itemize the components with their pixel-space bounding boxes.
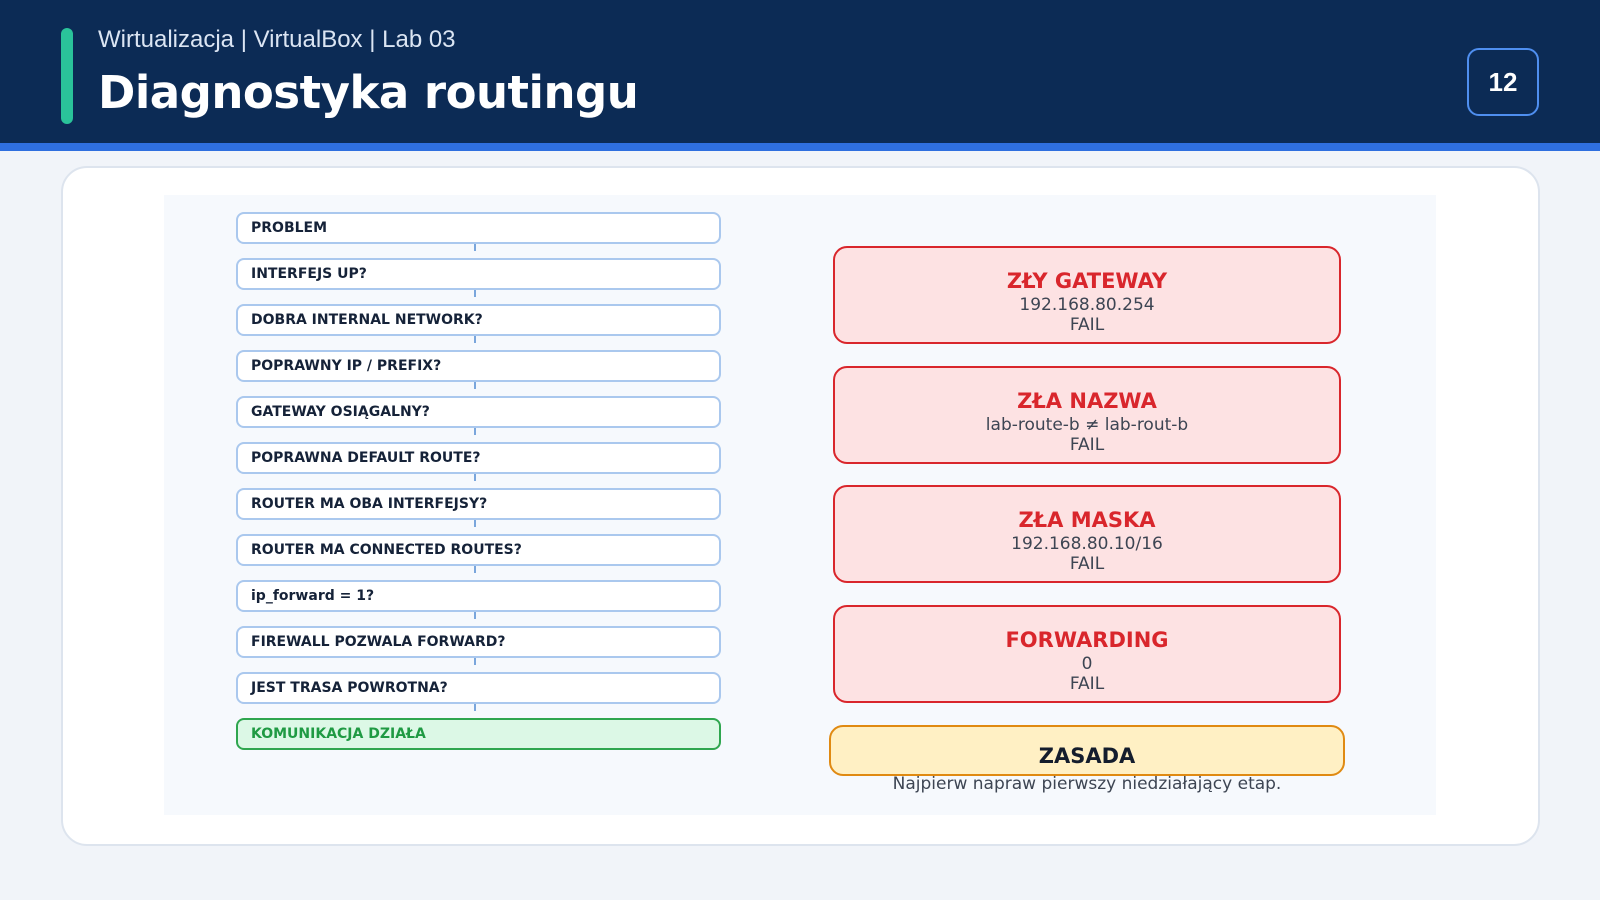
fail-case-detail: 192.168.80.254 xyxy=(1019,295,1155,315)
flow-step-gateway-reachable: GATEWAY OSIĄGALNY? xyxy=(236,396,721,428)
page-number-badge: 12 xyxy=(1467,48,1539,116)
flow-step-internal-network: DOBRA INTERNAL NETWORK? xyxy=(236,304,721,336)
flow-step-ip-prefix: POPRAWNY IP / PREFIX? xyxy=(236,350,721,382)
slide-subtitle: Wirtualizacja | VirtualBox | Lab 03 xyxy=(98,26,456,53)
flow-connector xyxy=(474,382,476,389)
title-accent-bar xyxy=(61,28,73,124)
flow-connector xyxy=(474,566,476,573)
flow-step-ip-forward: ip_forward = 1? xyxy=(236,580,721,612)
header-divider xyxy=(0,143,1600,151)
flow-connector xyxy=(474,612,476,619)
fail-case-status: FAIL xyxy=(1069,674,1105,694)
fail-case-title: ZŁA MASKA xyxy=(1018,508,1156,532)
flow-step-firewall: FIREWALL POZWALA FORWARD? xyxy=(236,626,721,658)
flow-connector xyxy=(474,428,476,435)
fail-case-gateway: ZŁY GATEWAY 192.168.80.254 FAIL xyxy=(833,246,1341,344)
slide-title: Diagnostyka routingu xyxy=(98,66,639,119)
flow-connector xyxy=(474,290,476,297)
fail-case-title: ZŁA NAZWA xyxy=(1017,389,1157,413)
fail-case-status: FAIL xyxy=(1069,315,1105,335)
fail-case-status: FAIL xyxy=(1069,435,1105,455)
flow-step-connected-routes: ROUTER MA CONNECTED ROUTES? xyxy=(236,534,721,566)
fail-case-name: ZŁA NAZWA lab-route-b ≠ lab-rout-b FAIL xyxy=(833,366,1341,464)
flow-step-return-route: JEST TRASA POWROTNA? xyxy=(236,672,721,704)
fail-case-detail: 0 xyxy=(1081,654,1093,674)
fail-case-title: ZŁY GATEWAY xyxy=(1006,269,1168,293)
flow-connector xyxy=(474,520,476,527)
flow-connector xyxy=(474,244,476,251)
rule-text: Najpierw napraw pierwszy niedziałający e… xyxy=(892,774,1282,794)
flow-step-default-route: POPRAWNA DEFAULT ROUTE? xyxy=(236,442,721,474)
flow-connector xyxy=(474,704,476,711)
flow-connector xyxy=(474,658,476,665)
fail-case-forwarding: FORWARDING 0 FAIL xyxy=(833,605,1341,703)
fail-case-detail: 192.168.80.10/16 xyxy=(1011,534,1163,554)
flow-step-communication-ok: KOMUNIKACJA DZIAŁA xyxy=(236,718,721,750)
fail-case-title: FORWARDING xyxy=(1005,628,1169,652)
rule-title: ZASADA xyxy=(1038,744,1136,768)
flow-step-problem: PROBLEM xyxy=(236,212,721,244)
flow-connector xyxy=(474,336,476,343)
fail-case-mask: ZŁA MASKA 192.168.80.10/16 FAIL xyxy=(833,485,1341,583)
fail-case-detail: lab-route-b ≠ lab-rout-b xyxy=(985,415,1189,435)
flow-step-interface-up: INTERFEJS UP? xyxy=(236,258,721,290)
flow-connector xyxy=(474,474,476,481)
fail-case-status: FAIL xyxy=(1069,554,1105,574)
flow-step-router-interfaces: ROUTER MA OBA INTERFEJSY? xyxy=(236,488,721,520)
